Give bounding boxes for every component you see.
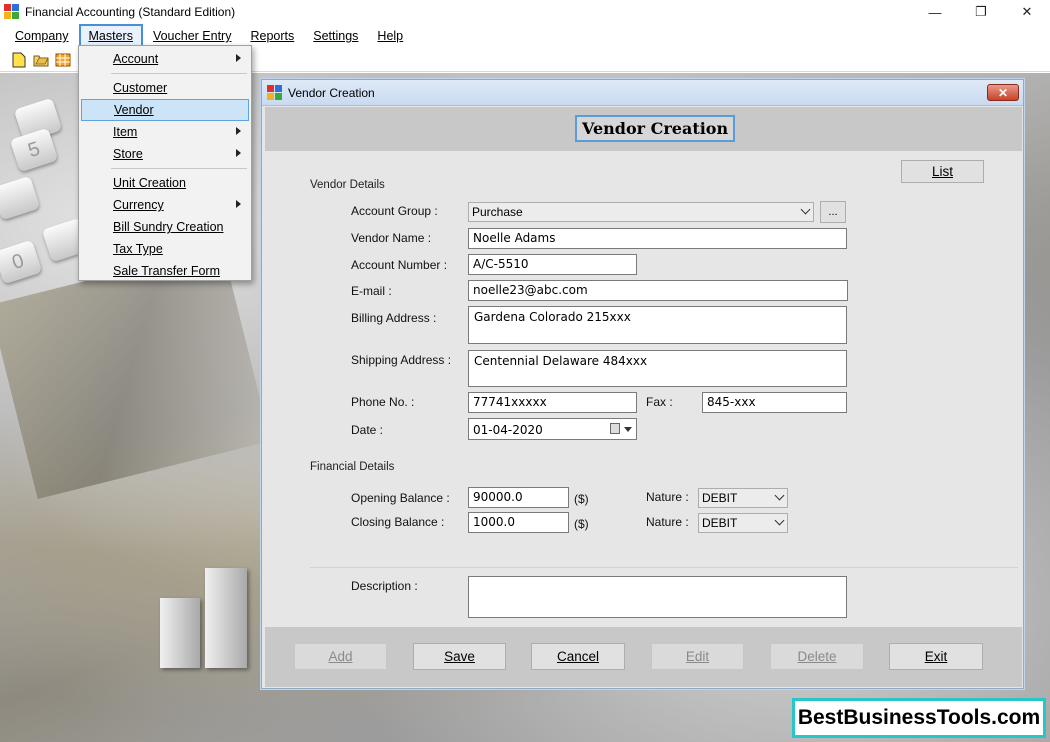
chevron-down-icon	[774, 490, 785, 501]
closing-nature-select[interactable]: DEBIT	[698, 513, 788, 533]
menu-help[interactable]: Help	[368, 25, 412, 47]
menu-separator	[111, 73, 247, 74]
vendor-header-band: Vendor Creation	[265, 107, 1022, 151]
email-input[interactable]: noelle23@abc.com	[468, 280, 848, 301]
closing-balance-input[interactable]: 1000.0	[468, 512, 569, 533]
chevron-down-icon	[774, 515, 785, 526]
open-folder-icon[interactable]	[32, 51, 50, 69]
action-bar: Add Save Cancel Edit Delete Exit	[265, 627, 1022, 687]
window-title-bar: Financial Accounting (Standard Edition) …	[0, 0, 1050, 24]
add-button[interactable]: Add	[294, 643, 387, 670]
minimize-button[interactable]: —	[912, 0, 958, 24]
vendor-name-label: Vendor Name :	[351, 231, 432, 245]
page-title: Vendor Creation	[575, 115, 736, 142]
menu-item-bill-sundry-creation[interactable]: Bill Sundry Creation	[81, 216, 249, 238]
app-logo-icon	[267, 84, 283, 101]
list-button[interactable]: List	[901, 160, 984, 183]
brand-watermark: BestBusinessTools.com	[792, 698, 1046, 738]
menu-item-account[interactable]: Account	[81, 48, 249, 70]
date-label: Date :	[351, 423, 384, 437]
shipping-address-label: Shipping Address :	[351, 353, 452, 367]
shipping-address-input[interactable]: Centennial Delaware 484xxx	[468, 350, 847, 387]
fax-input[interactable]: 845-xxx	[702, 392, 847, 413]
closing-balance-unit: ($)	[574, 517, 589, 531]
calendar-grid-icon[interactable]	[54, 51, 72, 69]
menu-item-store[interactable]: Store	[81, 143, 249, 165]
exit-button[interactable]: Exit	[889, 643, 983, 670]
vendor-details-heading: Vendor Details	[310, 179, 385, 191]
opening-nature-select[interactable]: DEBIT	[698, 488, 788, 508]
menu-voucher-entry[interactable]: Voucher Entry	[144, 25, 241, 47]
chevron-down-icon[interactable]	[624, 427, 632, 432]
submenu-arrow-icon	[236, 54, 241, 62]
vendor-creation-window: Vendor Creation ✕ Vendor Creation List V…	[261, 79, 1024, 689]
vendor-window-title-bar: Vendor Creation ✕	[262, 80, 1023, 106]
vendor-window-title: Vendor Creation	[288, 85, 375, 100]
close-icon[interactable]: ✕	[987, 84, 1019, 101]
cancel-button[interactable]: Cancel	[531, 643, 625, 670]
phone-input[interactable]: 77741xxxxx	[468, 392, 637, 413]
menu-item-customer[interactable]: Customer	[81, 77, 249, 99]
account-group-label: Account Group :	[351, 204, 438, 218]
closing-nature-label: Nature :	[646, 515, 689, 529]
menu-separator	[111, 168, 247, 169]
opening-balance-unit: ($)	[574, 492, 589, 506]
financial-details-heading: Financial Details	[310, 461, 395, 473]
new-document-icon[interactable]	[10, 51, 28, 69]
opening-nature-label: Nature :	[646, 490, 689, 504]
phone-label: Phone No. :	[351, 395, 415, 409]
opening-balance-input[interactable]: 90000.0	[468, 487, 569, 508]
fax-label: Fax :	[646, 395, 673, 409]
account-group-select[interactable]: Purchase	[468, 202, 814, 222]
email-label: E-mail :	[351, 284, 392, 298]
closing-balance-label: Closing Balance :	[351, 515, 445, 529]
section-divider	[310, 567, 1018, 568]
restore-button[interactable]: ❐	[958, 0, 1004, 24]
calculator-key-0: 0	[0, 239, 43, 285]
submenu-arrow-icon	[236, 149, 241, 157]
delete-button[interactable]: Delete	[770, 643, 864, 670]
menu-item-sale-transfer-form[interactable]: Sale Transfer Form	[81, 260, 249, 282]
account-number-input[interactable]: A/C-5510	[468, 254, 637, 275]
billing-address-input[interactable]: Gardena Colorado 215xxx	[468, 306, 847, 344]
menu-reports[interactable]: Reports	[241, 25, 303, 47]
menu-item-unit-creation[interactable]: Unit Creation	[81, 172, 249, 194]
opening-balance-label: Opening Balance :	[351, 491, 450, 505]
date-picker[interactable]: 01-04-2020	[468, 418, 637, 440]
vendor-form: List Vendor Details Account Group : Purc…	[262, 151, 1023, 626]
menu-item-currency[interactable]: Currency	[81, 194, 249, 216]
description-input[interactable]	[468, 576, 847, 618]
save-button[interactable]: Save	[413, 643, 506, 670]
vendor-name-input[interactable]: Noelle Adams	[468, 228, 847, 249]
billing-address-label: Billing Address :	[351, 311, 437, 325]
close-window-button[interactable]: ✕	[1004, 0, 1050, 24]
account-group-browse-button[interactable]: ...	[820, 201, 846, 223]
submenu-arrow-icon	[236, 200, 241, 208]
menu-item-item[interactable]: Item	[81, 121, 249, 143]
menu-company[interactable]: Company	[6, 25, 78, 47]
calendar-icon[interactable]	[610, 423, 620, 434]
submenu-arrow-icon	[236, 127, 241, 135]
calculator-key-5: 5	[9, 127, 59, 173]
description-label: Description :	[351, 579, 418, 593]
menu-item-tax-type[interactable]: Tax Type	[81, 238, 249, 260]
chevron-down-icon	[800, 204, 811, 215]
menu-item-vendor[interactable]: Vendor	[81, 99, 249, 121]
masters-menu: Account Customer Vendor Item Store Unit …	[78, 45, 252, 281]
app-logo-icon	[4, 4, 20, 20]
edit-button[interactable]: Edit	[651, 643, 744, 670]
menu-settings[interactable]: Settings	[304, 25, 367, 47]
window-title: Financial Accounting (Standard Edition)	[25, 5, 236, 19]
account-number-label: Account Number :	[351, 258, 448, 272]
